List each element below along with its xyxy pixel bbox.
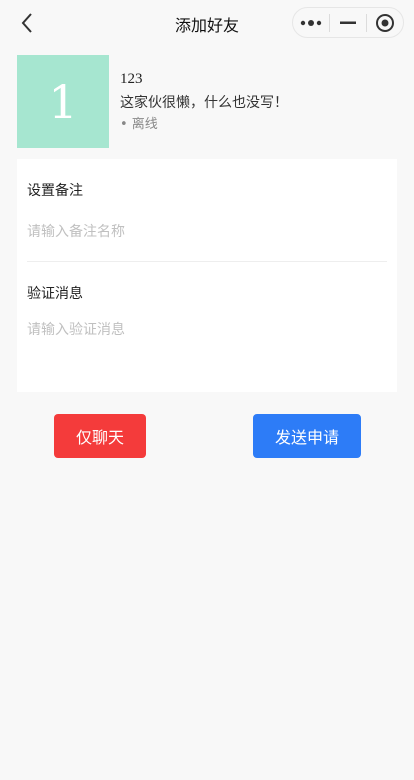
user-name: 123 xyxy=(120,71,143,87)
request-form: 设置备注 验证消息 xyxy=(17,159,397,392)
status-text: • 离线 xyxy=(120,117,158,132)
remark-label: 设置备注 xyxy=(27,183,83,199)
chat-only-button[interactable]: 仅聊天 xyxy=(54,414,146,458)
close-button[interactable] xyxy=(367,8,403,37)
minimize-button[interactable] xyxy=(330,8,366,37)
target-icon xyxy=(376,13,394,32)
remark-input[interactable] xyxy=(27,221,382,243)
avatar: 1 xyxy=(17,55,109,148)
message-label: 验证消息 xyxy=(27,286,83,302)
more-dots-icon xyxy=(300,19,322,26)
more-button[interactable] xyxy=(293,8,329,37)
minus-icon xyxy=(340,21,356,24)
capsule-menu xyxy=(292,7,404,38)
send-request-button[interactable]: 发送申请 xyxy=(253,414,361,458)
nav-bar: 添加好友 xyxy=(0,0,414,44)
profile-card: 1 123 这家伙很懒，什么也没写！ • 离线 xyxy=(17,55,397,148)
message-input[interactable] xyxy=(27,319,382,341)
divider xyxy=(27,261,387,262)
user-signature: 这家伙很懒，什么也没写！ xyxy=(120,95,288,111)
